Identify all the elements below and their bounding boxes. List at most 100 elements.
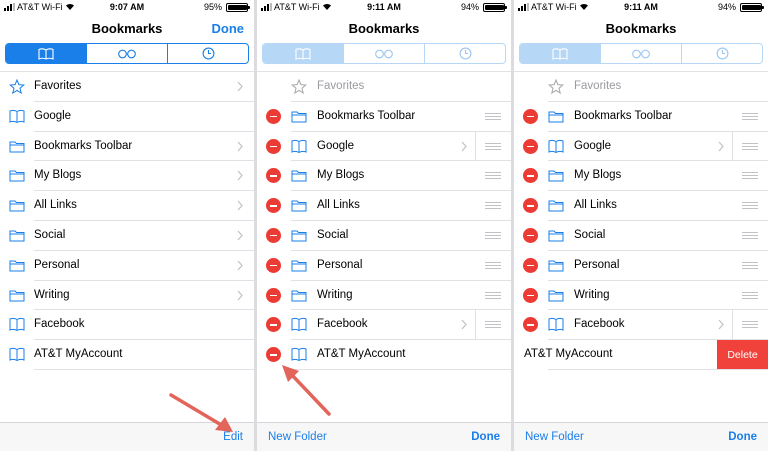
tab-bookmarks[interactable] — [6, 44, 87, 63]
list-item[interactable]: Facebook — [0, 310, 254, 340]
book-icon — [291, 348, 307, 362]
bookmarks-icon — [38, 47, 54, 60]
list-item[interactable]: Personal — [0, 251, 254, 281]
list-item[interactable]: Writing — [514, 281, 768, 311]
reorder-handle[interactable] — [742, 291, 758, 299]
list-item[interactable]: Bookmarks Toolbar — [514, 102, 768, 132]
list-item-label: Social — [34, 228, 66, 241]
delete-circle-button[interactable] — [266, 227, 281, 243]
bookmark-list: Favorites Google Bookmarks Toolbar My Bl… — [0, 72, 254, 370]
folder-icon — [548, 290, 564, 302]
bottom-toolbar: New Folder Done — [514, 422, 768, 451]
battery-percent: 94% — [717, 2, 736, 12]
folder-icon — [548, 200, 564, 212]
chevron-right-icon — [237, 230, 243, 241]
delete-circle-button[interactable] — [523, 317, 538, 333]
delete-circle-button[interactable] — [266, 317, 281, 333]
delete-circle-button[interactable] — [266, 108, 281, 124]
list-item[interactable]: Favorites — [0, 72, 254, 102]
list-item-label: Writing — [34, 288, 70, 301]
list-item-label: Favorites — [317, 80, 365, 92]
delete-circle-button[interactable] — [523, 227, 538, 243]
list-item[interactable]: All Links — [0, 191, 254, 221]
list-item[interactable]: All Links — [514, 191, 768, 221]
delete-circle-button[interactable] — [523, 287, 538, 303]
delete-circle-button[interactable] — [266, 168, 281, 184]
reorder-handle[interactable] — [485, 321, 501, 329]
done-button[interactable]: Done — [212, 21, 245, 36]
book-icon — [548, 318, 564, 332]
reorder-handle[interactable] — [742, 261, 758, 269]
new-folder-button[interactable]: New Folder — [525, 431, 584, 443]
list-item[interactable]: Social — [514, 221, 768, 251]
delete-circle-button[interactable] — [523, 198, 538, 214]
list-item[interactable]: My Blogs — [257, 161, 511, 191]
list-item[interactable]: Personal — [257, 251, 511, 281]
page-title: Bookmarks — [348, 21, 420, 36]
list-item[interactable]: Social — [0, 221, 254, 251]
reorder-handle[interactable] — [485, 202, 501, 210]
reorder-handle[interactable] — [742, 172, 758, 180]
done-button[interactable]: Done — [728, 431, 757, 443]
list-item[interactable]: My Blogs — [514, 161, 768, 191]
delete-circle-button[interactable] — [266, 257, 281, 273]
reorder-handle[interactable] — [742, 321, 758, 329]
delete-circle-button[interactable] — [266, 287, 281, 303]
list-item[interactable]: Writing — [0, 281, 254, 311]
delete-button[interactable]: Delete — [717, 340, 768, 370]
list-item[interactable]: AT&T MyAccount — [0, 340, 254, 370]
reorder-handle[interactable] — [485, 172, 501, 180]
reorder-handle[interactable] — [742, 231, 758, 239]
delete-circle-button[interactable] — [266, 347, 281, 363]
book-icon — [548, 139, 564, 153]
delete-circle-button[interactable] — [523, 108, 538, 124]
status-bar: AT&T Wi-Fi 9:11 AM 94% — [514, 0, 768, 14]
folder-icon — [9, 290, 25, 302]
battery-icon — [740, 3, 764, 12]
list-item-label: Writing — [317, 288, 353, 301]
tab-history[interactable] — [168, 44, 248, 63]
delete-circle-button[interactable] — [523, 257, 538, 273]
delete-circle-button[interactable] — [266, 198, 281, 214]
list-item[interactable]: My Blogs — [0, 161, 254, 191]
new-folder-button[interactable]: New Folder — [268, 431, 327, 443]
list-item-label: Google — [574, 139, 612, 152]
delete-circle-button[interactable] — [523, 168, 538, 184]
list-item[interactable]: AT&T MyAccount — [257, 340, 511, 370]
edit-button[interactable]: Edit — [223, 431, 243, 443]
reorder-handle[interactable] — [742, 202, 758, 210]
list-item[interactable]: Personal — [514, 251, 768, 281]
done-button[interactable]: Done — [471, 431, 500, 443]
reorder-handle[interactable] — [485, 291, 501, 299]
list-item[interactable]: Google — [0, 102, 254, 132]
folder-icon — [291, 230, 307, 242]
list-item[interactable]: Google — [257, 131, 511, 162]
tab-reading-list[interactable] — [87, 44, 168, 63]
reorder-handle[interactable] — [485, 231, 501, 239]
reorder-handle[interactable] — [485, 261, 501, 269]
reorder-handle[interactable] — [485, 112, 501, 120]
book-icon — [9, 348, 25, 362]
delete-circle-button[interactable] — [523, 138, 538, 154]
delete-circle-button[interactable] — [266, 138, 281, 154]
list-item[interactable]: Google — [514, 131, 768, 162]
list-item[interactable]: All Links — [257, 191, 511, 221]
list-item[interactable]: AT&T MyAccount Delete — [514, 340, 768, 370]
list-item[interactable]: Facebook — [514, 310, 768, 341]
list-item-label: AT&T MyAccount — [317, 348, 406, 361]
tab-bookmarks — [520, 44, 601, 63]
reorder-handle[interactable] — [742, 112, 758, 120]
list-item[interactable]: Bookmarks Toolbar — [257, 102, 511, 132]
segmented-control — [262, 43, 506, 64]
reorder-handle[interactable] — [485, 142, 501, 150]
list-item[interactable]: Writing — [257, 281, 511, 311]
list-item[interactable]: Facebook — [257, 310, 511, 341]
list-item[interactable]: Social — [257, 221, 511, 251]
reorder-handle[interactable] — [742, 142, 758, 150]
folder-icon — [9, 141, 25, 153]
list-item-label: AT&T MyAccount — [34, 348, 123, 361]
folder-icon — [291, 170, 307, 182]
folder-icon — [548, 260, 564, 272]
chevron-right-icon — [461, 141, 467, 152]
list-item[interactable]: Bookmarks Toolbar — [0, 132, 254, 162]
